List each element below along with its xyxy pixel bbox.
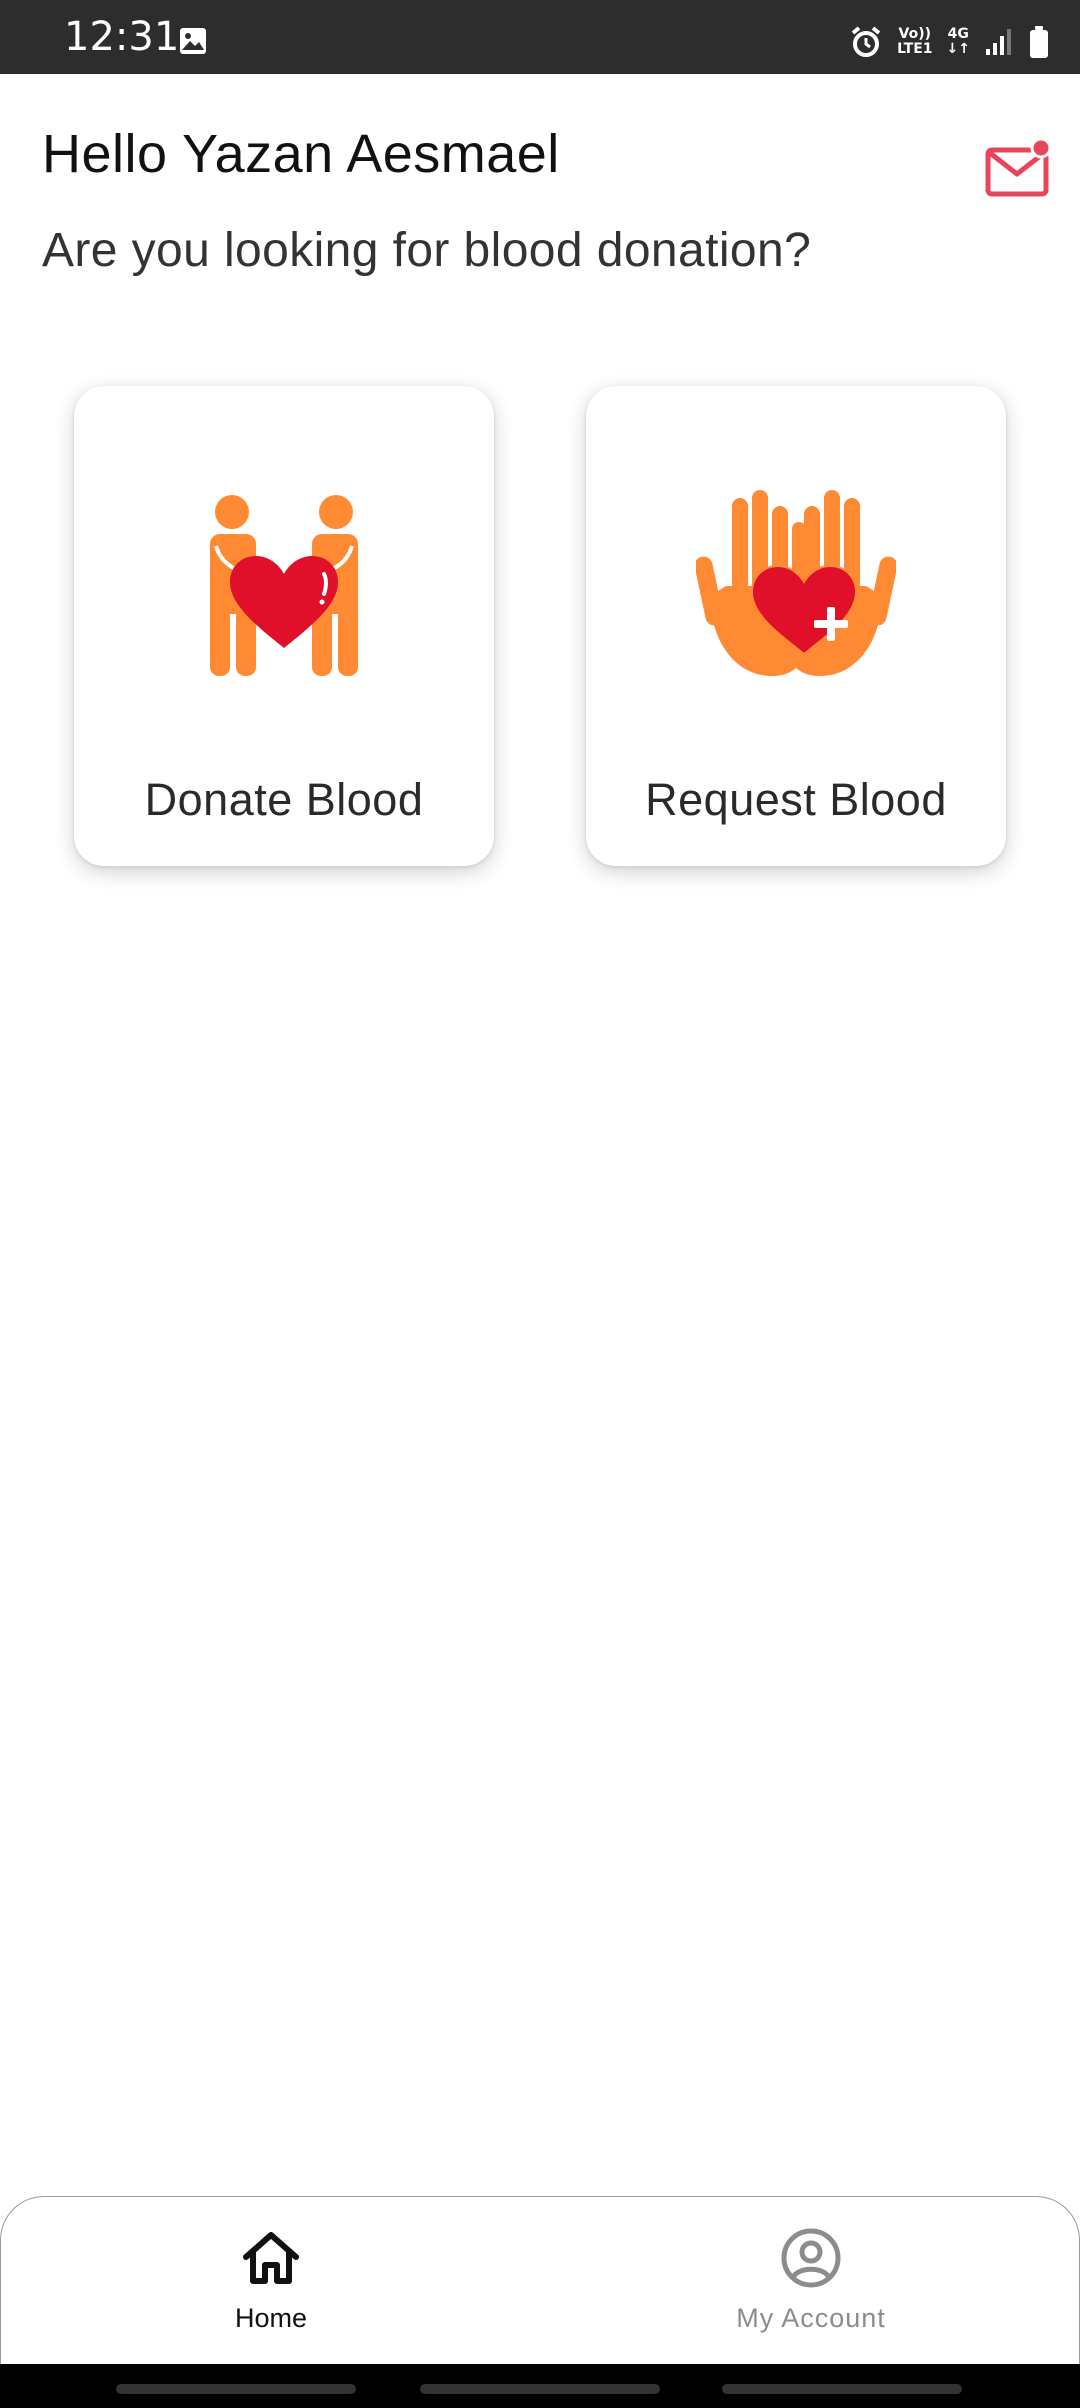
status-time: 12:31: [64, 14, 180, 60]
donate-blood-label: Donate Blood: [144, 774, 424, 825]
gesture-pill-center[interactable]: [420, 2384, 660, 2394]
4g-label: 4G: [947, 26, 969, 42]
home-icon: [243, 2232, 299, 2284]
nav-item-my-account[interactable]: My Account: [661, 2197, 961, 2365]
donate-blood-card[interactable]: Donate Blood: [74, 386, 494, 866]
volte-icon: Vo)) LTE1: [897, 27, 932, 57]
battery-icon: [1030, 26, 1048, 58]
mail-icon: [985, 137, 1052, 197]
request-blood-label: Request Blood: [645, 774, 947, 825]
nav-item-home[interactable]: Home: [121, 2197, 421, 2365]
request-blood-card[interactable]: Request Blood: [586, 386, 1006, 866]
status-bar: 12:31 Vo)) LTE1 4G ↓↑: [0, 0, 1080, 74]
system-gesture-bar: [0, 2364, 1080, 2408]
signal-icon: [986, 29, 1011, 55]
volte-label: Vo)): [898, 26, 932, 42]
nav-label-my-account: My Account: [736, 2303, 886, 2333]
gallery-icon: [180, 28, 206, 54]
gesture-pill-left[interactable]: [116, 2384, 356, 2394]
account-circle-icon: [781, 2228, 841, 2288]
status-icons: Vo)) LTE1 4G ↓↑: [849, 22, 1050, 62]
greeting-title: Hello Yazan Aesmael: [42, 124, 560, 184]
page-subtitle: Are you looking for blood donation?: [42, 224, 812, 277]
mail-button[interactable]: [984, 136, 1054, 206]
alarm-icon: [851, 26, 881, 57]
bottom-navigation: Home My Account: [0, 2196, 1080, 2365]
hands-heart-plus-icon: [696, 490, 896, 676]
4g-icon: 4G ↓↑: [947, 27, 970, 57]
donate-people-heart-icon: [210, 495, 358, 676]
nav-label-home: Home: [234, 2303, 308, 2333]
lte-label: LTE1: [897, 41, 933, 57]
gesture-pill-right[interactable]: [722, 2384, 962, 2394]
data-arrows: ↓↑: [946, 41, 970, 57]
